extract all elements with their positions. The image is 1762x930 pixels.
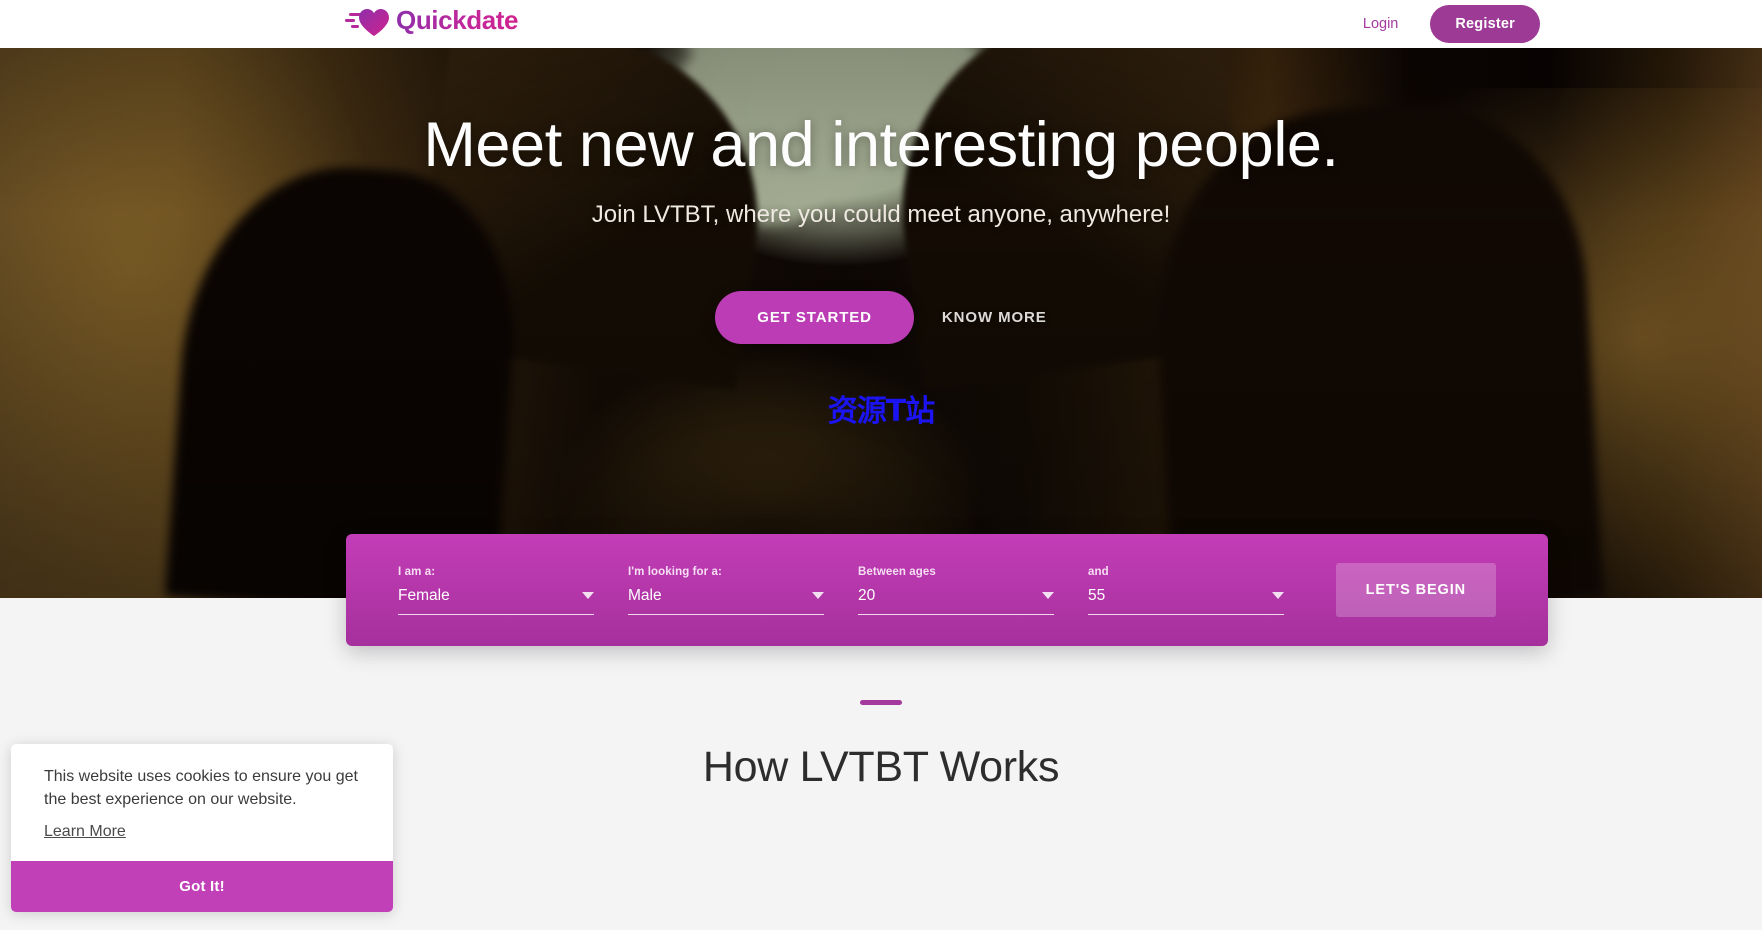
hero-actions: GET STARTED KNOW MORE <box>715 290 1047 344</box>
looking-for-field[interactable]: I'm looking for a: Male <box>628 566 824 615</box>
age-from-field-value: 20 <box>858 586 876 604</box>
brand-name: Quickdate <box>396 5 519 35</box>
looking-for-field-label: I'm looking for a: <box>628 565 722 578</box>
register-button[interactable]: Register <box>1430 5 1540 43</box>
age-to-field-label: and <box>1088 565 1109 578</box>
lets-begin-button[interactable]: LET'S BEGIN <box>1335 563 1496 617</box>
how-it-works-title: How LVTBT Works <box>702 743 1060 791</box>
age-from-field[interactable]: Between ages 20 <box>858 566 1054 615</box>
age-to-field[interactable]: and 55 <box>1088 566 1284 615</box>
gender-field-label: I am a: <box>398 565 436 578</box>
gender-field-value: Female <box>398 586 450 604</box>
age-from-field-label: Between ages <box>858 565 936 578</box>
cookie-message: This website uses cookies to ensure you … <box>44 768 358 808</box>
chevron-down-icon[interactable] <box>1272 592 1284 599</box>
chevron-down-icon[interactable] <box>582 592 594 599</box>
hero-section: Meet new and interesting people. Join LV… <box>0 48 1762 598</box>
looking-for-field-value: Male <box>628 586 662 604</box>
watermark-text: 资源T站 <box>827 393 935 429</box>
hero-title: Meet new and interesting people. <box>423 110 1339 180</box>
cookie-accept-button[interactable]: Got It! <box>11 861 393 913</box>
gender-field[interactable]: I am a: Female <box>398 566 594 615</box>
age-to-field-value: 55 <box>1088 586 1106 604</box>
login-link[interactable]: Login <box>1363 16 1398 32</box>
cookie-consent-banner: This website uses cookies to ensure you … <box>11 744 393 913</box>
section-divider <box>860 700 902 705</box>
quick-search-bar: I am a: Female I'm looking for a: Male B… <box>346 534 1548 646</box>
header-nav: Login Register <box>1363 0 1540 48</box>
get-started-button[interactable]: GET STARTED <box>715 290 914 344</box>
chevron-down-icon[interactable] <box>1042 592 1054 599</box>
heart-logo-icon <box>345 6 389 36</box>
brand-logo[interactable]: Quickdate <box>345 5 519 36</box>
know-more-button[interactable]: KNOW MORE <box>942 309 1047 326</box>
hero-subtitle: Join LVTBT, where you could meet anyone,… <box>591 200 1171 228</box>
cookie-learn-more-link[interactable]: Learn More <box>44 823 126 841</box>
site-header: Quickdate Login Register <box>0 0 1762 48</box>
chevron-down-icon[interactable] <box>812 592 824 599</box>
